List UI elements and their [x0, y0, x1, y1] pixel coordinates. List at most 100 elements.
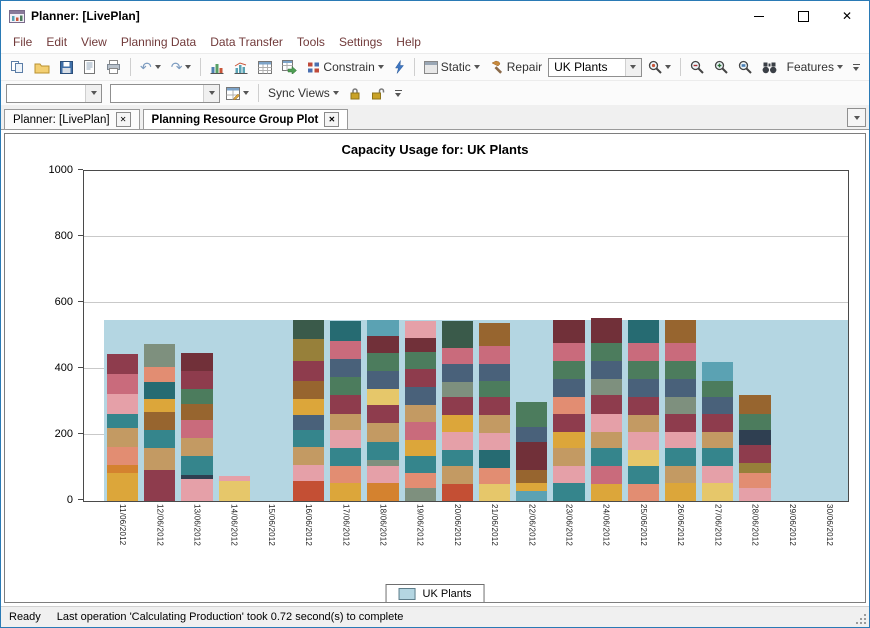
bar-segment: [107, 447, 138, 465]
filter-combo-1-dropdown[interactable]: [85, 85, 101, 102]
zoom-in-button[interactable]: [710, 57, 732, 77]
chevron-down-icon: [155, 65, 161, 69]
x-tick-label: 30/06/2012: [811, 504, 848, 578]
open-button[interactable]: [30, 58, 54, 77]
filter-combo-1[interactable]: [6, 84, 102, 103]
bar-column: [253, 171, 290, 501]
filter-combo-2-dropdown[interactable]: [203, 85, 219, 102]
stacked-bar[interactable]: [367, 320, 398, 502]
stacked-bar[interactable]: [181, 353, 212, 502]
menu-planning-data[interactable]: Planning Data: [115, 33, 202, 51]
bar-chart-view-button[interactable]: [206, 58, 228, 77]
x-tick-label: 22/06/2012: [513, 504, 550, 578]
bar-segment: [553, 483, 584, 501]
unlock-button[interactable]: [367, 84, 389, 103]
bar-segment: [516, 483, 547, 491]
maximize-button[interactable]: [781, 1, 825, 31]
menu-file[interactable]: File: [7, 33, 38, 51]
bar-segment: [144, 344, 175, 367]
stacked-bar[interactable]: [702, 362, 733, 501]
menu-data-transfer[interactable]: Data Transfer: [204, 33, 289, 51]
y-tick-label: 1000: [49, 164, 73, 176]
bar-segment: [628, 415, 659, 432]
bar-segment: [479, 415, 510, 433]
x-tick-label: 27/06/2012: [699, 504, 736, 578]
toolbar-overflow-button[interactable]: [849, 61, 864, 74]
plot-area[interactable]: [83, 170, 849, 502]
menu-view[interactable]: View: [75, 33, 113, 51]
tab-planner-liveplan[interactable]: Planner: [LivePlan] ✕: [4, 109, 140, 129]
static-button[interactable]: Static: [420, 57, 484, 77]
bar-column: [290, 171, 327, 501]
export-table-button[interactable]: [278, 57, 301, 77]
stacked-bar[interactable]: [330, 321, 361, 501]
plant-combo[interactable]: UK Plants: [548, 58, 642, 77]
stacked-bar[interactable]: [739, 395, 770, 501]
menu-edit[interactable]: Edit: [40, 33, 73, 51]
tab-planning-resource-group-plot[interactable]: Planning Resource Group Plot ✕: [143, 109, 349, 129]
menu-help[interactable]: Help: [390, 33, 427, 51]
stacked-bar[interactable]: [107, 354, 138, 501]
resize-grip[interactable]: [856, 614, 866, 624]
bar-column: [625, 171, 662, 501]
print-button[interactable]: [102, 57, 125, 77]
menu-tools[interactable]: Tools: [291, 33, 331, 51]
plant-combo-dropdown[interactable]: [625, 59, 641, 76]
stacked-bar[interactable]: [516, 402, 547, 501]
bar-column: [141, 171, 178, 501]
stacked-bar[interactable]: [442, 321, 473, 501]
bar-segment: [479, 468, 510, 484]
zoom-region-icon: [738, 60, 752, 74]
stacked-bar[interactable]: [553, 320, 584, 502]
bar-segment: [181, 420, 212, 438]
bar-segment: [181, 371, 212, 389]
tab-close-button[interactable]: ✕: [324, 112, 339, 127]
bar-segment: [739, 488, 770, 501]
stacked-bar[interactable]: [591, 318, 622, 501]
redo-button[interactable]: ↷: [167, 57, 196, 77]
y-tick-label: 600: [55, 296, 73, 308]
filter-combo-2[interactable]: [110, 84, 220, 103]
constrain-button[interactable]: Constrain: [303, 57, 387, 77]
stacked-bar[interactable]: [628, 320, 659, 502]
x-axis-labels: 11/06/201212/06/201213/06/201214/06/2012…: [104, 504, 848, 578]
stacked-bar[interactable]: [405, 321, 436, 501]
page-setup-button[interactable]: [79, 57, 100, 77]
zoom-out-button[interactable]: [686, 57, 708, 77]
save-button[interactable]: [56, 58, 77, 77]
x-tick-label: 24/06/2012: [588, 504, 625, 578]
repair-button[interactable]: Repair: [486, 57, 546, 77]
bar-column: [178, 171, 215, 501]
zoom-region-button[interactable]: [734, 57, 756, 77]
toolbar-overflow-button[interactable]: [391, 87, 406, 100]
find-button[interactable]: [758, 58, 781, 77]
undo-button[interactable]: ↶: [136, 57, 165, 77]
stacked-bar[interactable]: [144, 344, 175, 501]
bar-segment: [553, 414, 584, 432]
bar-segment: [739, 463, 770, 473]
stacked-bar[interactable]: [665, 320, 696, 502]
edit-grid-button[interactable]: [222, 84, 253, 103]
bar-column: [550, 171, 587, 501]
lock-open-icon: [371, 87, 385, 100]
menu-settings[interactable]: Settings: [333, 33, 388, 51]
stacked-bar[interactable]: [293, 320, 324, 502]
plot-view-button[interactable]: [230, 58, 252, 77]
features-button[interactable]: Features: [783, 57, 847, 77]
run-bolt-button[interactable]: [390, 57, 409, 77]
minimize-button[interactable]: [737, 1, 781, 31]
close-button[interactable]: ✕: [825, 1, 869, 31]
bar-segment: [144, 470, 175, 501]
paste-button[interactable]: [6, 57, 28, 77]
stacked-bar[interactable]: [219, 476, 250, 501]
table-export-icon: [282, 60, 297, 74]
stacked-bar[interactable]: [479, 323, 510, 501]
tab-close-button[interactable]: ✕: [116, 112, 131, 127]
bar-segment: [702, 362, 733, 380]
zoom-mode-button[interactable]: [644, 57, 675, 77]
sync-views-button[interactable]: Sync Views: [264, 83, 343, 103]
tab-list-dropdown[interactable]: [847, 108, 866, 127]
lock-button[interactable]: [345, 84, 365, 103]
table-view-button[interactable]: [254, 58, 276, 77]
chevron-down-icon: [243, 91, 249, 95]
